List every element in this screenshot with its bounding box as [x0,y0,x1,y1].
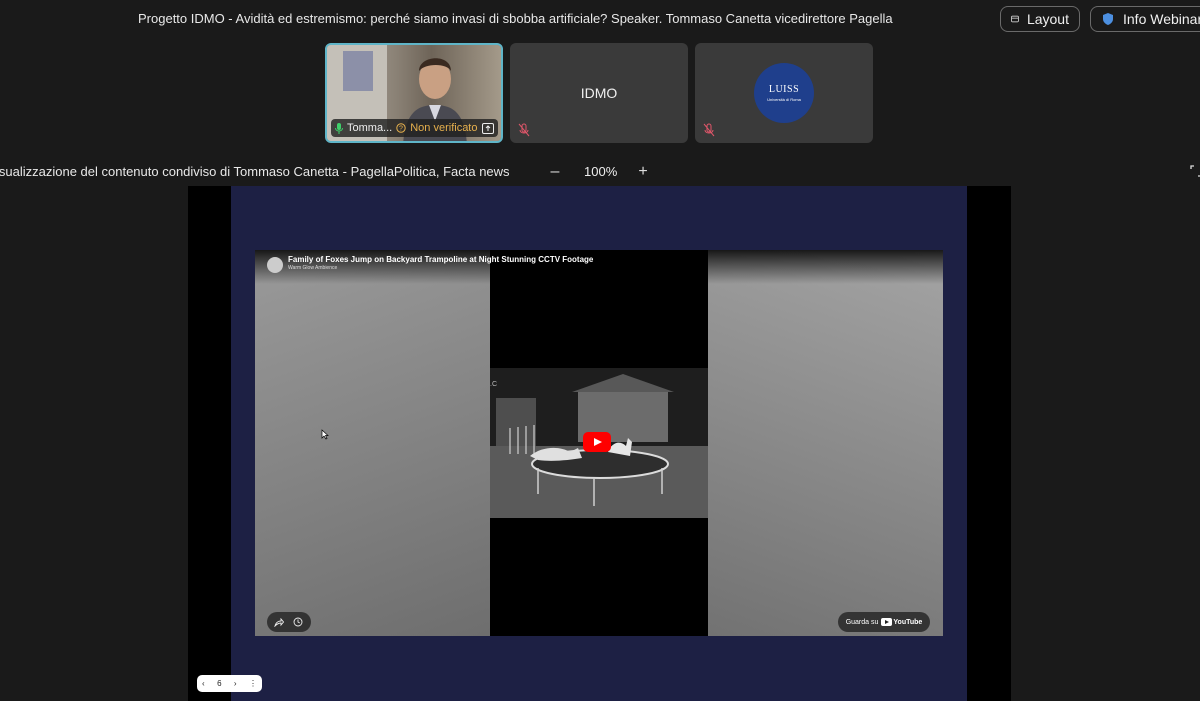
watch-later-icon[interactable] [293,617,303,627]
youtube-brand: YouTube [893,618,923,626]
youtube-logo: YouTube [881,618,922,626]
top-bar: Progetto IDMO - Avidità ed estremismo: p… [0,0,1200,38]
youtube-share-controls [267,612,311,632]
shared-content-bar: isualizzazione del contenuto condiviso d… [0,163,1200,181]
mouse-cursor-icon [321,429,329,440]
shared-screen: .C Family of Foxes Jump on Backyard Tram… [188,186,1011,701]
meeting-title: Progetto IDMO - Avidità ed estremismo: p… [138,11,893,26]
svg-text:?: ? [399,126,403,133]
channel-avatar[interactable] [267,257,283,273]
participant-tile-luiss[interactable]: LUISS Università di Roma [695,43,873,143]
participant-tile-idmo[interactable]: IDMO [510,43,688,143]
info-webinar-button[interactable]: Info Webinar [1090,6,1200,32]
mic-on-icon [335,122,343,134]
zoom-level: 100% [584,164,618,179]
play-icon [594,438,602,446]
luiss-logo-name: LUISS [768,84,800,95]
mic-off-icon [703,123,715,137]
video-thumbnail[interactable]: .C [490,368,708,518]
svg-text:.C: .C [490,381,497,388]
participant-name-idmo: IDMO [580,85,618,101]
slide-pager: ‹ 6 › ⋮ [197,675,262,692]
youtube-play-button[interactable] [583,432,611,452]
presentation-slide: .C Family of Foxes Jump on Backyard Tram… [231,186,967,701]
layout-button-label: Layout [1026,11,1069,27]
luiss-logo: LUISS Università di Roma [754,63,814,123]
info-webinar-label: Info Webinar [1123,11,1200,27]
pager-prev-button[interactable]: ‹ [202,679,205,688]
layout-icon [1011,15,1019,23]
youtube-video-title[interactable]: Family of Foxes Jump on Backyard Trampol… [288,255,593,264]
help-icon: ? [396,123,406,133]
pager-page-number: 6 [217,679,222,688]
zoom-out-button[interactable]: – [548,163,562,181]
shield-icon [1103,13,1113,25]
pager-next-button[interactable]: › [234,679,237,688]
participant-tile-speaker[interactable]: Tomma... ? Non verificato [325,43,503,143]
expand-icon[interactable] [1190,165,1200,177]
watch-on-label: Guarda su [845,618,879,626]
luiss-logo-subtitle: Università di Roma [767,97,801,102]
pager-more-button[interactable]: ⋮ [249,679,257,688]
speaker-name: Tomma... [347,122,393,134]
speaker-name-strip: Tomma... ? Non verificato [331,119,498,137]
share-arrow-icon[interactable] [274,617,284,627]
youtube-channel-name[interactable]: Warm Glow Ambience [288,265,337,271]
share-screen-icon [481,122,494,134]
shared-content-description: isualizzazione del contenuto condiviso d… [0,164,510,179]
watch-on-youtube-button[interactable]: Guarda su YouTube [838,612,930,632]
participant-strip: Tomma... ? Non verificato IDMO LUISS Uni… [0,43,1200,143]
mic-off-icon [518,123,530,137]
youtube-logo-icon [881,618,893,626]
zoom-in-button[interactable]: + [636,163,650,181]
verification-status: Non verificato [410,122,478,134]
layout-button[interactable]: Layout [1000,6,1080,32]
youtube-embed[interactable]: .C Family of Foxes Jump on Backyard Tram… [255,250,943,636]
